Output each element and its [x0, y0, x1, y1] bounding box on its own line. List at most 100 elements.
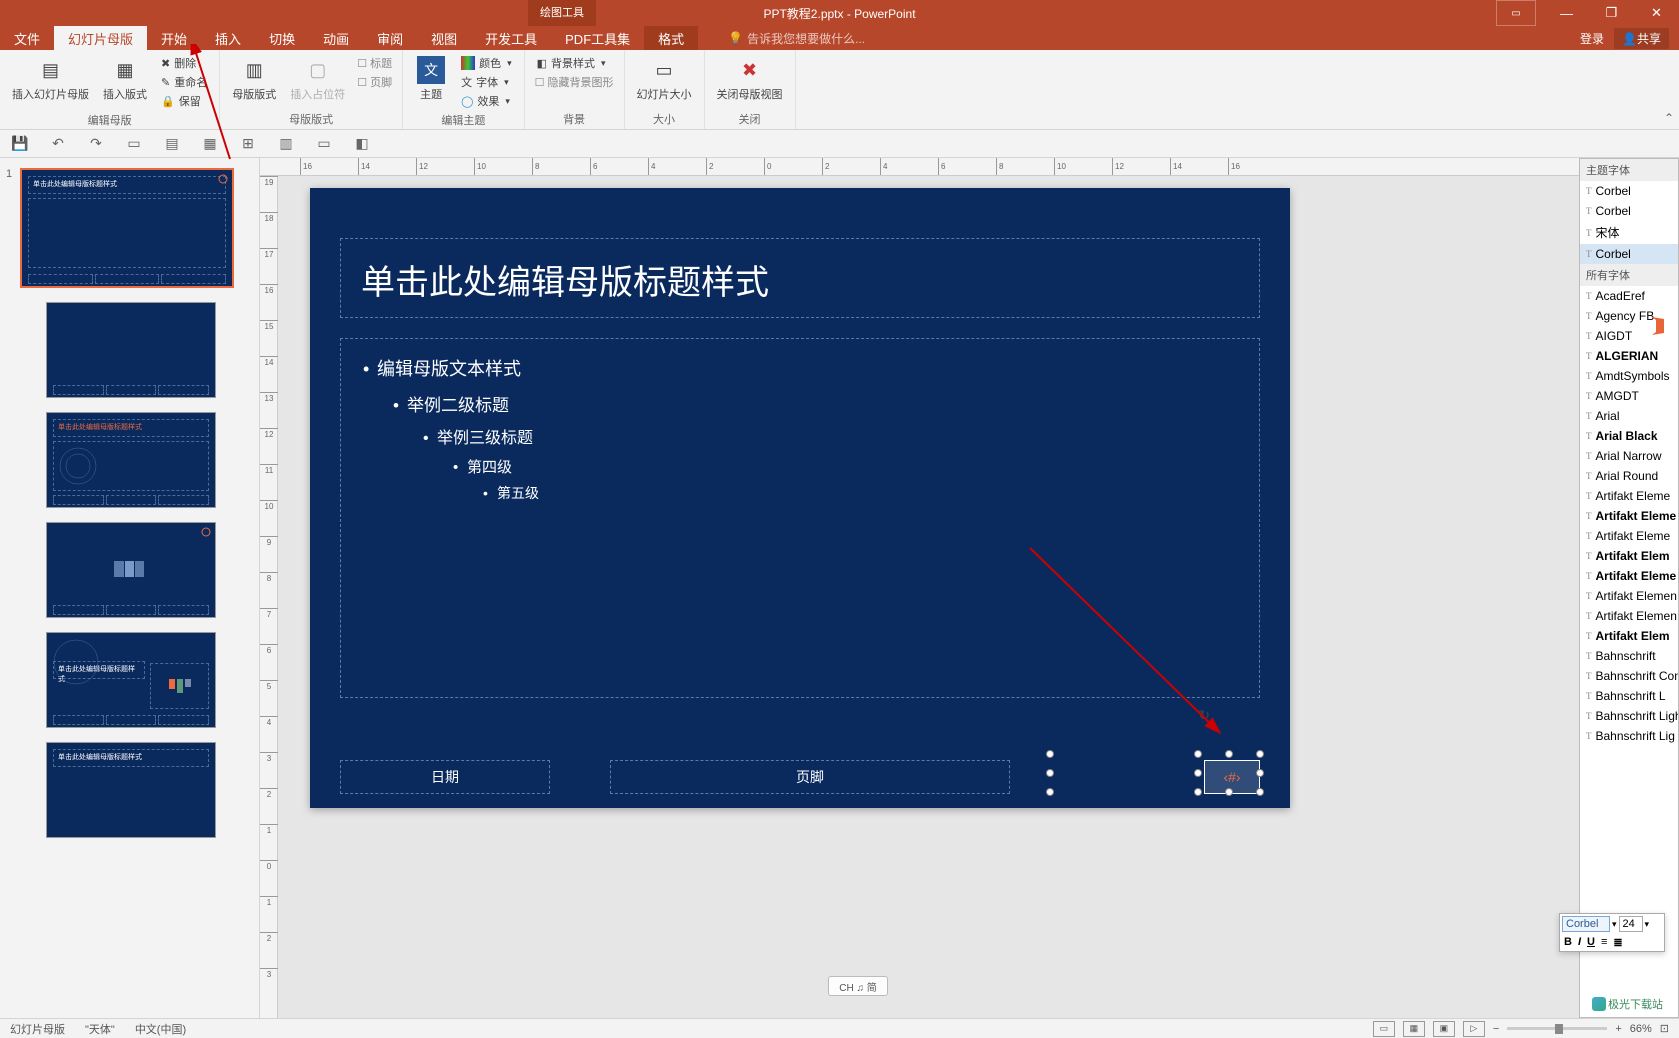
tab-file[interactable]: 文件 [0, 26, 54, 50]
colors-button[interactable]: 颜色 [457, 54, 516, 72]
qat-btn-6[interactable]: ▦ [200, 134, 220, 154]
selection-handle[interactable] [1046, 750, 1054, 758]
font-item[interactable]: TArtifakt Eleme [1580, 486, 1678, 506]
slide-size-button[interactable]: ▭ 幻灯片大小 [633, 54, 696, 104]
reading-view-button[interactable]: ▣ [1433, 1021, 1455, 1037]
bold-button[interactable]: B [1564, 936, 1572, 949]
font-item[interactable]: T宋体 [1580, 221, 1678, 244]
tab-home[interactable]: 开始 [147, 26, 201, 50]
font-dropdown-panel[interactable]: 主题字体 TCorbelTCorbelT宋体TCorbel 所有字体 TAcad… [1579, 158, 1679, 1018]
fit-to-window-button[interactable]: ⊡ [1660, 1022, 1669, 1035]
rename-button[interactable]: ✎重命名 [157, 73, 211, 91]
slideshow-view-button[interactable]: ▷ [1463, 1021, 1485, 1037]
body-placeholder[interactable]: •编辑母版文本样式 •举例二级标题 •举例三级标题 •第四级 •第五级 [340, 338, 1260, 698]
selection-handle[interactable] [1194, 788, 1202, 796]
tab-developer[interactable]: 开发工具 [471, 26, 551, 50]
ribbon-display-options-icon[interactable]: ▭ [1496, 0, 1536, 26]
zoom-in-button[interactable]: + [1615, 1023, 1621, 1035]
qat-btn-5[interactable]: ▤ [162, 134, 182, 154]
bg-styles-button[interactable]: ◧背景样式 [533, 54, 616, 72]
selection-handle[interactable] [1225, 788, 1233, 796]
font-item[interactable]: TArtifakt Elemen [1580, 586, 1678, 606]
font-item[interactable]: TArtifakt Elemen [1580, 606, 1678, 626]
font-item[interactable]: TArtifakt Eleme [1580, 526, 1678, 546]
font-item[interactable]: TArtifakt Eleme [1580, 566, 1678, 586]
align-button-2[interactable]: ≣ [1613, 936, 1622, 949]
mini-toolbar[interactable]: Corbel ▾ 24 ▾ B I U ≡ ≣ [1559, 913, 1665, 952]
size-dropdown-icon[interactable]: ▾ [1645, 919, 1650, 930]
sorter-view-button[interactable]: ▦ [1403, 1021, 1425, 1037]
layout-thumbnail-2[interactable]: 单击此处编辑母版标题样式 [6, 412, 253, 508]
rotate-handle-icon[interactable]: ↻ [1198, 707, 1210, 724]
font-item[interactable]: TALGERIAN [1580, 346, 1678, 366]
font-item[interactable]: TArial [1580, 406, 1678, 426]
normal-view-button[interactable]: ▭ [1373, 1021, 1395, 1037]
layout-thumbnail-3[interactable] [6, 522, 253, 618]
qat-btn-4[interactable]: ▭ [124, 134, 144, 154]
fonts-button[interactable]: 文字体 [457, 73, 516, 91]
undo-button[interactable]: ↶ [48, 134, 68, 154]
zoom-slider[interactable] [1507, 1027, 1607, 1030]
restore-button[interactable]: ❐ [1589, 0, 1634, 26]
effects-button[interactable]: ◯效果 [457, 92, 516, 110]
font-item[interactable]: TAmdtSymbols [1580, 366, 1678, 386]
save-button[interactable]: 💾 [10, 134, 30, 154]
font-item[interactable]: TBahnschrift Lig [1580, 726, 1678, 746]
selection-handle[interactable] [1194, 750, 1202, 758]
selection-handle[interactable] [1225, 750, 1233, 758]
font-item[interactable]: TCorbel [1580, 181, 1678, 201]
font-dropdown-icon[interactable]: ▾ [1612, 919, 1617, 930]
layout-thumbnail-1[interactable] [6, 302, 253, 398]
font-item[interactable]: TAcadEref [1580, 286, 1678, 306]
selection-handle[interactable] [1046, 769, 1054, 777]
master-layout-button[interactable]: ▥ 母版版式 [228, 54, 280, 104]
qat-btn-8[interactable]: ▥ [276, 134, 296, 154]
font-item[interactable]: TBahnschrift [1580, 646, 1678, 666]
mini-font-name-input[interactable]: Corbel [1562, 916, 1610, 932]
redo-button[interactable]: ↷ [86, 134, 106, 154]
font-item[interactable]: TArtifakt Elem [1580, 626, 1678, 646]
date-placeholder[interactable]: 日期 [340, 760, 550, 794]
underline-button[interactable]: U [1587, 936, 1595, 949]
font-item[interactable]: TArial Narrow [1580, 446, 1678, 466]
font-item[interactable]: TBahnschrift Light [1580, 706, 1678, 726]
login-link[interactable]: 登录 [1580, 30, 1604, 47]
collapse-ribbon-button[interactable]: ⌃ [1659, 50, 1679, 129]
title-placeholder[interactable]: 单击此处编辑母版标题样式 [340, 238, 1260, 318]
qat-btn-9[interactable]: ▭ [314, 134, 334, 154]
tab-transitions[interactable]: 切换 [255, 26, 309, 50]
thumbnail-panel[interactable]: 1 单击此处编辑母版标题样式 单击此处编辑母版标题样式 [0, 158, 260, 1018]
share-button[interactable]: 👤共享 [1614, 28, 1669, 49]
insert-layout-button[interactable]: ▦ 插入版式 [99, 54, 151, 104]
font-item[interactable]: TCorbel [1580, 201, 1678, 221]
mini-font-size-input[interactable]: 24 [1619, 916, 1643, 932]
tab-view[interactable]: 视图 [417, 26, 471, 50]
layout-thumbnail-5[interactable]: 单击此处编辑母版标题样式 [6, 742, 253, 838]
font-item[interactable]: TArtifakt Eleme [1580, 506, 1678, 526]
footer-checkbox[interactable]: ☐页脚 [355, 73, 394, 91]
slide-master-canvas[interactable]: 单击此处编辑母版标题样式 •编辑母版文本样式 •举例二级标题 •举例三级标题 •… [310, 188, 1290, 808]
tell-me-search[interactable]: 💡 告诉我您想要做什么... [728, 26, 865, 50]
selection-handle[interactable] [1256, 769, 1264, 777]
close-button[interactable]: ✕ [1634, 0, 1679, 26]
close-master-button[interactable]: ✖ 关闭母版视图 [713, 54, 787, 104]
qat-btn-10[interactable]: ◧ [352, 134, 372, 154]
zoom-out-button[interactable]: − [1493, 1023, 1499, 1035]
selection-handle[interactable] [1256, 788, 1264, 796]
status-language[interactable]: 中文(中国) [135, 1021, 186, 1037]
tab-insert[interactable]: 插入 [201, 26, 255, 50]
insert-slide-master-button[interactable]: ▤ 插入幻灯片母版 [8, 54, 93, 104]
tab-format[interactable]: 格式 [644, 26, 698, 50]
font-item[interactable]: TArtifakt Elem [1580, 546, 1678, 566]
title-checkbox[interactable]: ☐标题 [355, 54, 394, 72]
master-thumbnail[interactable]: 1 单击此处编辑母版标题样式 [6, 168, 253, 288]
tab-slide-master[interactable]: 幻灯片母版 [54, 26, 147, 50]
font-item[interactable]: TArial Black [1580, 426, 1678, 446]
delete-button[interactable]: ✖删除 [157, 54, 211, 72]
hide-bg-checkbox[interactable]: ☐隐藏背景图形 [533, 73, 616, 91]
align-button[interactable]: ≡ [1601, 936, 1607, 949]
zoom-level[interactable]: 66% [1630, 1023, 1652, 1035]
qat-btn-7[interactable]: ⊞ [238, 134, 258, 154]
layout-thumbnail-4[interactable]: 单击此处编辑母版标题样式 [6, 632, 253, 728]
selection-handle[interactable] [1256, 750, 1264, 758]
